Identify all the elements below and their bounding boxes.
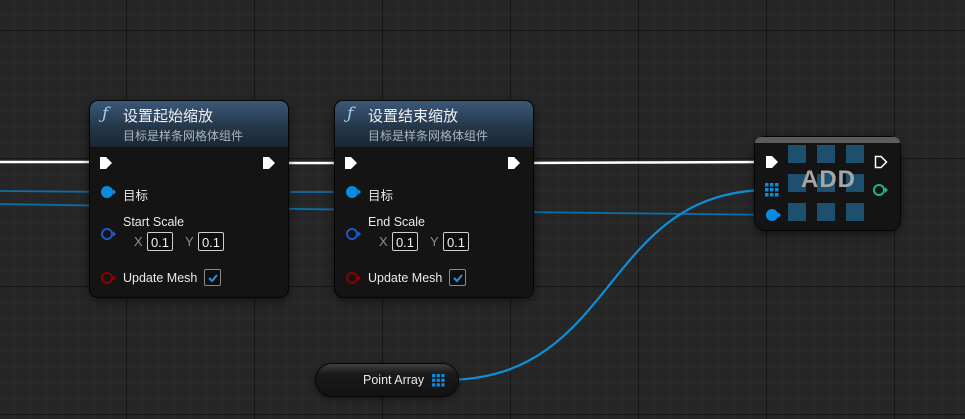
variable-name: Point Array (363, 373, 425, 387)
update-mesh-checkbox[interactable] (449, 269, 466, 286)
int-out-pin-icon[interactable] (872, 183, 888, 197)
set-end-scale-node[interactable]: ƒ 设置结束缩放 目标是样条网格体组件 目标 End Scale X 0.1 Y… (335, 101, 533, 297)
check-icon (208, 274, 218, 283)
exec-out-pin-icon[interactable] (507, 156, 521, 170)
scale-y-input[interactable]: 0.1 (443, 232, 469, 251)
target-label: 目标 (368, 189, 394, 203)
array-add-node[interactable]: ADD (755, 137, 900, 230)
y-axis-label: Y (185, 234, 194, 249)
function-icon: ƒ (102, 104, 109, 124)
x-axis-label: X (134, 234, 143, 249)
point-array-variable-node[interactable]: Point Array (316, 364, 458, 396)
check-icon (453, 274, 463, 283)
update-mesh-label: Update Mesh (368, 271, 443, 285)
exec-wire-end-to-add (519, 160, 769, 165)
x-axis-label: X (379, 234, 388, 249)
object-pin-icon[interactable] (765, 208, 781, 222)
function-icon: ƒ (347, 104, 354, 124)
scale-x-input[interactable]: 0.1 (392, 232, 418, 251)
exec-in-pin-icon[interactable] (765, 155, 779, 169)
exec-out-pin-icon[interactable] (874, 155, 888, 169)
bool-pin-icon[interactable] (345, 271, 361, 285)
object-pin-icon[interactable] (345, 185, 361, 199)
exec-in-pin-icon[interactable] (344, 156, 358, 170)
array-pin-icon[interactable] (765, 183, 779, 197)
exec-in-pin-icon[interactable] (99, 156, 113, 170)
update-mesh-label: Update Mesh (123, 271, 198, 285)
node-subtitle: 目标是样条网格体组件 (368, 129, 489, 143)
y-axis-label: Y (430, 234, 439, 249)
vector2d-pin-icon[interactable] (100, 227, 116, 241)
node-top-bar (755, 137, 900, 143)
node-title: 设置结束缩放 (368, 108, 459, 125)
bool-pin-icon[interactable] (100, 271, 116, 285)
node-title: 设置起始缩放 (123, 108, 214, 125)
object-pin-icon[interactable] (100, 185, 116, 199)
target-label: 目标 (123, 189, 149, 203)
set-start-scale-node[interactable]: ƒ 设置起始缩放 目标是样条网格体组件 目标 Start Scale X 0.1… (90, 101, 288, 297)
add-label: ADD (801, 166, 856, 193)
vector2d-pin-icon[interactable] (345, 227, 361, 241)
start-scale-label: Start Scale (123, 215, 185, 229)
node-subtitle: 目标是样条网格体组件 (123, 129, 244, 143)
update-mesh-checkbox[interactable] (204, 269, 221, 286)
exec-out-pin-icon[interactable] (262, 156, 276, 170)
scale-y-input[interactable]: 0.1 (198, 232, 224, 251)
end-scale-label: End Scale (368, 215, 425, 229)
array-pin-icon[interactable] (432, 374, 445, 387)
scale-x-input[interactable]: 0.1 (147, 232, 173, 251)
